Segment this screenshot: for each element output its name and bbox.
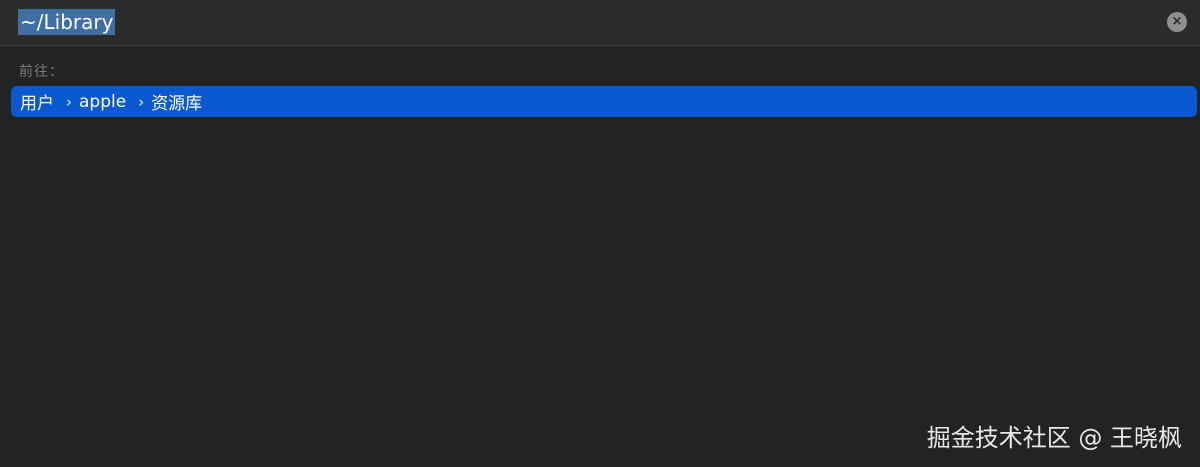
clear-icon[interactable]: × <box>1167 12 1187 32</box>
chevron-right-icon: › <box>66 92 72 111</box>
result-row-library[interactable]: 用户 › apple › 资源库 <box>11 86 1197 117</box>
breadcrumb-users: 用户 <box>20 94 54 114</box>
section-label-go-to: 前往： <box>19 64 64 80</box>
watermark: 掘金技术社区 @ 王晓枫 <box>926 424 1182 452</box>
path-search-bar: ~/Library × <box>0 0 1200 46</box>
go-to-folder-dialog: ~/Library × 前往： 用户 › apple › 资源库 掘金技术社区 … <box>0 0 1200 467</box>
breadcrumb-apple: apple <box>79 91 127 112</box>
chevron-right-icon: › <box>138 92 145 111</box>
path-input[interactable]: ~/Library <box>18 9 116 35</box>
breadcrumb-library: 资源库 <box>151 94 203 114</box>
